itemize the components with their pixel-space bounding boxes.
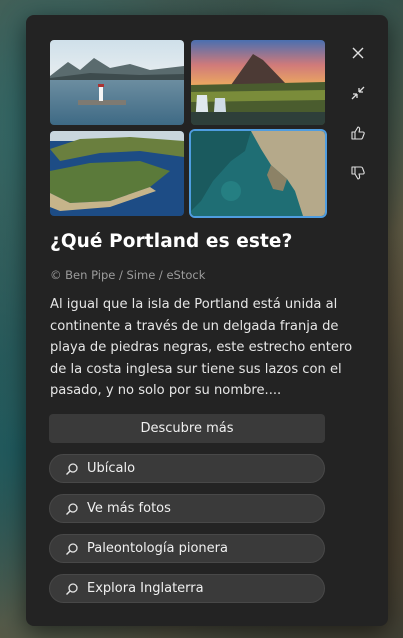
thumbnail-island-aerial[interactable] [50,131,184,216]
thumbnail-grid [50,40,326,216]
search-icon [65,502,79,516]
close-button[interactable] [344,39,372,67]
discover-more-button[interactable]: Descubre más [49,414,325,443]
photo-credit: © Ben Pipe / Sime / eStock [50,268,206,282]
search-icon [65,542,79,556]
chip-more-photos[interactable]: Ve más fotos [49,494,325,523]
chip-label: Ubícalo [87,461,136,476]
thumbs-down-icon [351,166,365,180]
chip-label: Ve más fotos [87,501,171,516]
chip-locate[interactable]: Ubícalo [49,454,325,483]
chip-explore-england[interactable]: Explora Inglaterra [49,574,325,603]
card-title: ¿Qué Portland es este? [50,231,293,252]
chip-paleontology[interactable]: Paleontología pionera [49,534,325,563]
card-description: Al igual que la isla de Portland está un… [50,297,353,398]
close-icon [352,47,364,59]
dislike-button[interactable] [344,159,372,187]
search-icon [65,582,79,596]
info-card: ¿Qué Portland es este? © Ben Pipe / Sime… [26,15,388,626]
thumbnail-waterfall-mountain[interactable] [191,40,325,125]
thumbs-up-icon [351,126,365,140]
chip-label: Explora Inglaterra [87,581,204,596]
collapse-icon [351,86,365,100]
chip-label: Paleontología pionera [87,541,228,556]
collapse-button[interactable] [344,79,372,107]
like-button[interactable] [344,119,372,147]
search-icon [65,462,79,476]
thumbnail-lighthouse-lake[interactable] [50,40,184,125]
thumbnail-coast-cliffs[interactable] [191,131,325,216]
